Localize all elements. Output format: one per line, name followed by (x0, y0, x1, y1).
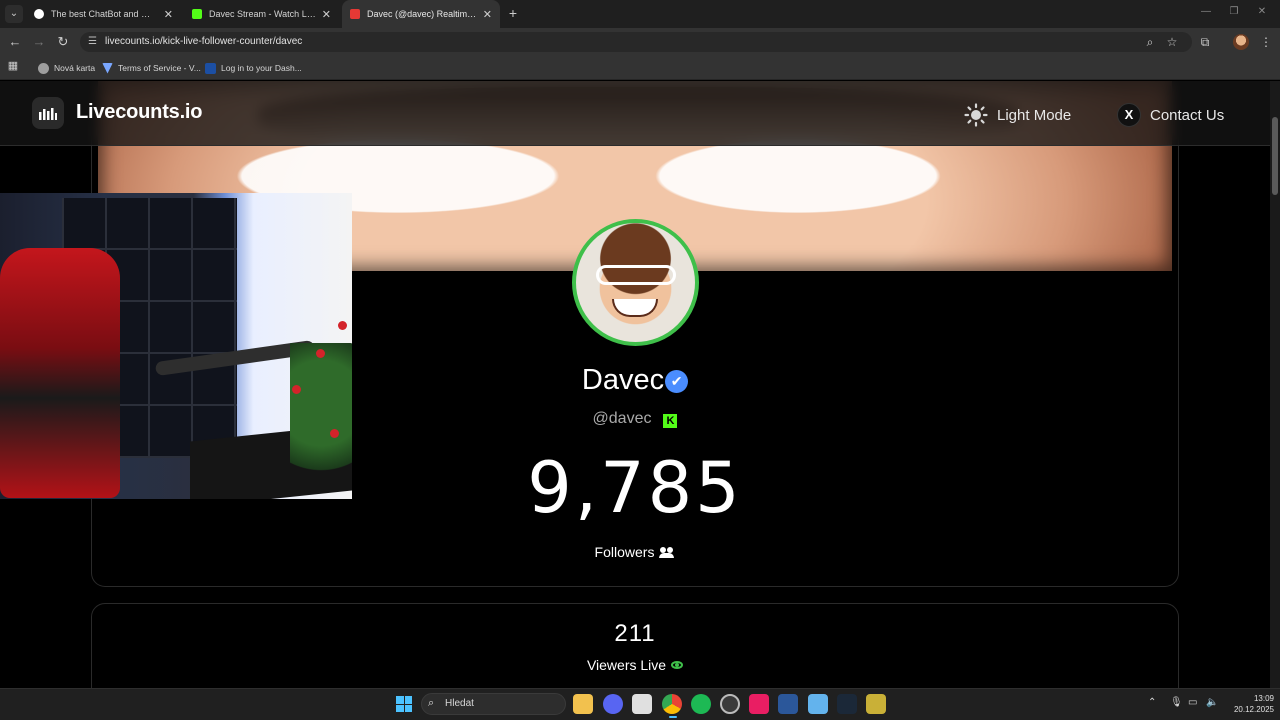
taskbar-search[interactable] (421, 693, 566, 715)
page-scrollbar-thumb[interactable] (1272, 117, 1278, 195)
windows-start-icon[interactable] (396, 696, 412, 712)
bookmark-label: Log in to your Dash... (221, 63, 302, 73)
forward-button[interactable]: → (30, 33, 48, 51)
viewers-count: 211 (614, 620, 656, 647)
word-icon[interactable] (778, 694, 798, 714)
clock-date: 20.12.2025 (1233, 705, 1274, 714)
bookmark-new-tab[interactable]: Nová karta (38, 60, 95, 76)
chatbot-favicon-icon (34, 9, 44, 19)
tab-title: The best ChatBot and Widgets (51, 9, 158, 19)
clock-time: 13:09 (1253, 694, 1274, 703)
light-mode-label: Light Mode (997, 106, 1072, 124)
chrome-icon[interactable] (662, 694, 682, 714)
light-mode-button[interactable]: Light Mode (964, 103, 1071, 127)
followers-label-row: Followers (0, 544, 1270, 560)
avatar-glasses (596, 265, 676, 285)
x-logo-icon: X (1117, 103, 1141, 127)
volume-icon[interactable]: 🔈 (1206, 697, 1218, 708)
kick-favicon-icon (192, 9, 202, 19)
notepad-icon[interactable] (808, 694, 828, 714)
livecounts-favicon-icon (350, 9, 360, 19)
snipping-tool-icon[interactable] (632, 694, 652, 714)
tab-title: Davec Stream - Watch Live on (209, 9, 316, 19)
tiktok-icon[interactable] (749, 694, 769, 714)
bookmark-dashboard[interactable]: Log in to your Dash... (205, 60, 302, 76)
game-launcher-icon[interactable] (866, 694, 886, 714)
apps-grid-icon[interactable]: ▦ (4, 57, 22, 75)
discord-icon[interactable] (603, 694, 623, 714)
taskbar-search-placeholder: Hledat (445, 698, 474, 709)
verified-badge-icon: ✔ (665, 370, 689, 393)
steam-icon[interactable] (837, 694, 857, 714)
channel-name: Davec (581, 364, 665, 396)
maximize-button[interactable]: ❐ (1224, 6, 1244, 17)
tab-close-icon[interactable]: ✕ (483, 8, 492, 21)
microphone-icon[interactable]: 🎙 (1170, 697, 1183, 708)
bookmark-label: Terms of Service - V... (118, 63, 201, 73)
viewers-label-row: Viewers Live (0, 657, 1270, 673)
chrome-active-indicator (669, 716, 677, 718)
bookmark-star-icon[interactable]: ☆ (1163, 33, 1181, 51)
ornament (292, 385, 301, 394)
contact-us-label: Contact Us (1150, 106, 1225, 124)
tray-overflow-icon[interactable]: ⌃ (1148, 697, 1156, 708)
ornament (330, 429, 339, 438)
zoom-icon[interactable]: ⌕ (1141, 33, 1159, 51)
users-icon (659, 547, 675, 558)
ornament (338, 321, 347, 330)
bar-chart-icon (39, 108, 57, 120)
search-icon: ⌕ (428, 697, 435, 709)
sun-icon (964, 103, 988, 127)
url-text[interactable]: livecounts.io/kick-live-follower-counter… (105, 36, 302, 47)
eye-icon (671, 661, 684, 669)
taskbar-clock[interactable]: 13:09 20.12.2025 (1228, 693, 1274, 715)
extensions-icon[interactable]: ⧉ (1196, 33, 1214, 51)
channel-handle: @davec (592, 410, 652, 427)
globe-icon (38, 62, 49, 74)
tab-title: Davec (@davec) Realtime Kick (367, 9, 477, 19)
profile-avatar-icon[interactable] (1233, 34, 1249, 50)
webcam-gaming-chair (0, 248, 120, 498)
tab-close-icon[interactable]: ✕ (164, 8, 173, 21)
site-info-icon[interactable]: ☰ (88, 35, 100, 49)
browser-menu-icon[interactable]: ⋮ (1257, 33, 1275, 51)
page-viewport: Davec ✔ @davec K 9,785 Followers 211 Viewe… (0, 81, 1270, 688)
obs-icon[interactable] (720, 694, 740, 714)
tab-search-button[interactable]: ⌄ (5, 5, 23, 23)
x-logo-glyph: X (1117, 103, 1141, 127)
bookmark-terms[interactable]: Terms of Service - V... (102, 60, 201, 76)
tab-kick-stream[interactable]: Davec Stream - Watch Live on ✕ (184, 0, 339, 28)
viewers-label: Viewers Live (586, 657, 667, 673)
followers-label: Followers (594, 544, 655, 560)
minimize-button[interactable]: — (1196, 6, 1216, 17)
v-logo-icon (102, 62, 113, 74)
back-button[interactable]: ← (6, 33, 24, 51)
reload-button[interactable]: ↻ (54, 33, 72, 51)
site-header: Livecounts.io Light Mode X Contact Us (0, 81, 1270, 146)
tab-livecounts[interactable]: Davec (@davec) Realtime Kick ✕ (342, 0, 500, 28)
file-explorer-icon[interactable] (573, 694, 593, 714)
close-window-button[interactable]: ✕ (1252, 6, 1272, 17)
webcam-overlay (0, 193, 352, 499)
network-icon[interactable]: ▭ (1188, 697, 1197, 708)
kick-logo-icon: K (663, 414, 678, 428)
tab-chatbot[interactable]: The best ChatBot and Widgets ✕ (26, 0, 181, 28)
webcam-christmas-tree (290, 343, 352, 493)
spotify-icon[interactable] (691, 694, 711, 714)
ornament (316, 349, 325, 358)
new-tab-button[interactable]: + (505, 5, 521, 21)
tab-close-icon[interactable]: ✕ (322, 8, 331, 21)
dashboard-logo-icon (205, 62, 216, 74)
contact-us-button[interactable]: X Contact Us (1117, 103, 1224, 127)
site-logo-text[interactable]: Livecounts.io (76, 101, 203, 124)
bookmark-label: Nová karta (54, 63, 96, 73)
